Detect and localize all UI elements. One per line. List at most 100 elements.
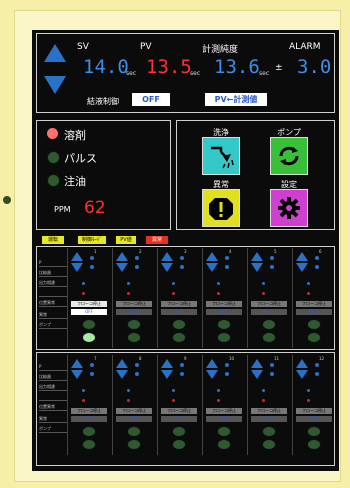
channel-number: 10 bbox=[229, 356, 235, 361]
channel-indicator bbox=[315, 372, 319, 376]
channel-indicator bbox=[135, 372, 139, 376]
channel-number: 2 bbox=[139, 249, 142, 254]
channel-up-arrow[interactable] bbox=[71, 252, 83, 261]
channel-indicator bbox=[135, 363, 139, 367]
channel-indicator bbox=[90, 256, 94, 260]
channel-dot bbox=[307, 389, 310, 392]
channel-up-arrow[interactable] bbox=[161, 252, 173, 261]
channel-divider bbox=[112, 355, 113, 455]
channel-off-chip[interactable]: OFF bbox=[251, 416, 287, 422]
channel-off-chip[interactable]: OFF bbox=[296, 416, 332, 422]
side-label-underline bbox=[39, 370, 67, 371]
channel-number: 4 bbox=[229, 249, 232, 254]
channel-down-arrow[interactable] bbox=[161, 370, 173, 379]
channel-off-chip[interactable]: OFF bbox=[71, 309, 107, 315]
channel-lamp bbox=[217, 332, 231, 343]
channel-dot bbox=[307, 399, 310, 402]
channel-off-chip[interactable]: OFF bbox=[71, 416, 107, 422]
channel-status-chip[interactable]: フローコ停止 bbox=[296, 408, 332, 414]
side-label-underline bbox=[39, 266, 67, 267]
channel-status-chip[interactable]: フローコ停止 bbox=[206, 301, 242, 307]
channel-indicator bbox=[180, 372, 184, 376]
channel-indicator bbox=[315, 256, 319, 260]
channel-up-arrow[interactable] bbox=[251, 252, 263, 261]
side-label-underline bbox=[39, 276, 67, 277]
channel-up-arrow[interactable] bbox=[296, 252, 308, 261]
channel-off-chip[interactable]: OFF bbox=[161, 416, 197, 422]
channel-dot bbox=[262, 282, 265, 285]
channel-indicator bbox=[90, 363, 94, 367]
channel-indicator bbox=[180, 256, 184, 260]
channel-down-arrow[interactable] bbox=[296, 263, 308, 272]
channel-dot bbox=[127, 399, 130, 402]
control-panel: SV PV 計測純度 ALARM 14.0 sec 13.5 sec 13.6 … bbox=[32, 30, 339, 471]
side-label-underline bbox=[39, 296, 67, 297]
channel-dot bbox=[127, 282, 130, 285]
channel-lamp bbox=[307, 439, 321, 450]
channel-down-arrow[interactable] bbox=[71, 370, 83, 379]
channel-up-arrow[interactable] bbox=[116, 252, 128, 261]
channel-lamp bbox=[127, 332, 141, 343]
channel-off-chip[interactable]: OFF bbox=[251, 309, 287, 315]
channel-dot bbox=[262, 389, 265, 392]
channel-up-arrow[interactable] bbox=[116, 359, 128, 368]
channel-down-arrow[interactable] bbox=[206, 370, 218, 379]
channel-dot bbox=[217, 282, 220, 285]
channel-down-arrow[interactable] bbox=[296, 370, 308, 379]
channel-number: 8 bbox=[139, 356, 142, 361]
channel-status-chip[interactable]: フローコ停止 bbox=[116, 408, 152, 414]
channel-lamp bbox=[82, 439, 96, 450]
channel-off-chip[interactable]: OFF bbox=[206, 309, 242, 315]
channel-lamp bbox=[127, 439, 141, 450]
channel-status-chip[interactable]: フローコ停止 bbox=[71, 408, 107, 414]
channel-up-arrow[interactable] bbox=[206, 359, 218, 368]
channel-lamp bbox=[262, 426, 276, 437]
channel-dot bbox=[217, 389, 220, 392]
channel-off-chip[interactable]: OFF bbox=[206, 416, 242, 422]
channel-dot bbox=[172, 292, 175, 295]
channel-number: 9 bbox=[184, 356, 187, 361]
channel-off-chip[interactable]: OFF bbox=[116, 416, 152, 422]
channel-down-arrow[interactable] bbox=[206, 263, 218, 272]
channel-number: 12 bbox=[319, 356, 325, 361]
channel-status-chip[interactable]: フローコ停止 bbox=[251, 301, 287, 307]
channel-down-arrow[interactable] bbox=[116, 263, 128, 272]
channel-divider bbox=[67, 248, 68, 348]
channel-status-chip[interactable]: フローコ停止 bbox=[161, 301, 197, 307]
channel-up-arrow[interactable] bbox=[251, 359, 263, 368]
side-label-underline bbox=[39, 410, 67, 411]
channel-status-chip[interactable]: フローコ停止 bbox=[296, 301, 332, 307]
channel-indicator bbox=[225, 256, 229, 260]
channel-dot bbox=[217, 292, 220, 295]
channel-up-arrow[interactable] bbox=[296, 359, 308, 368]
channel-divider bbox=[247, 248, 248, 348]
side-label-underline bbox=[39, 390, 67, 391]
channel-status-chip[interactable]: フローコ停止 bbox=[161, 408, 197, 414]
channel-status-chip[interactable]: フローコ停止 bbox=[116, 301, 152, 307]
channel-down-arrow[interactable] bbox=[116, 370, 128, 379]
side-label-underline bbox=[39, 422, 67, 423]
channel-up-arrow[interactable] bbox=[206, 252, 218, 261]
channel-up-arrow[interactable] bbox=[71, 359, 83, 368]
channel-indicator bbox=[90, 372, 94, 376]
side-label-underline bbox=[39, 432, 67, 433]
channel-down-arrow[interactable] bbox=[251, 263, 263, 272]
channel-status-chip[interactable]: フローコ停止 bbox=[206, 408, 242, 414]
channel-off-chip[interactable]: OFF bbox=[296, 309, 332, 315]
channel-dot bbox=[307, 292, 310, 295]
channel-divider bbox=[247, 355, 248, 455]
channel-divider bbox=[157, 355, 158, 455]
channel-status-chip[interactable]: フローコ停止 bbox=[71, 301, 107, 307]
channel-off-chip[interactable]: OFF bbox=[161, 309, 197, 315]
channel-status-chip[interactable]: フローコ停止 bbox=[251, 408, 287, 414]
channel-indicator bbox=[270, 363, 274, 367]
channel-down-arrow[interactable] bbox=[71, 263, 83, 272]
channel-off-chip[interactable]: OFF bbox=[116, 309, 152, 315]
channel-divider bbox=[202, 248, 203, 348]
channel-up-arrow[interactable] bbox=[161, 359, 173, 368]
channel-down-arrow[interactable] bbox=[161, 263, 173, 272]
channel-down-arrow[interactable] bbox=[251, 370, 263, 379]
channel-lamp bbox=[307, 319, 321, 330]
side-label-underline bbox=[39, 328, 67, 329]
channel-indicator bbox=[180, 363, 184, 367]
